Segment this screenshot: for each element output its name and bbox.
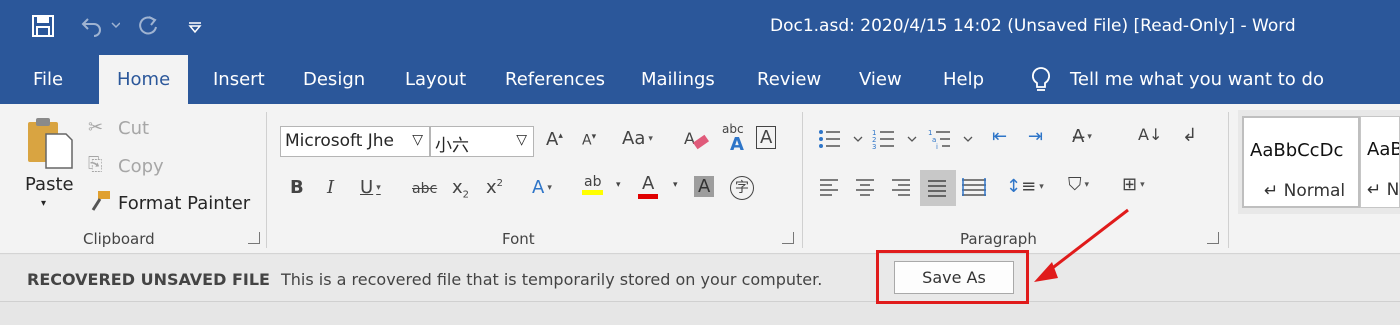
message-bar-text: This is a recovered file that is tempora… [281,270,823,289]
clear-formatting-icon[interactable]: A [684,128,710,156]
sort-icon[interactable]: A↓ [1138,125,1162,144]
font-size-combo[interactable]: 小六 ▽ [430,126,534,157]
style-name: ↵ Normal [1264,181,1346,201]
tab-review[interactable]: Review [757,69,821,90]
highlight-color-icon[interactable]: ab [582,174,604,195]
text-highlight-alt-icon[interactable]: A [730,134,744,155]
save-icon[interactable] [32,15,54,41]
window-title: Doc1.asd: 2020/4/15 14:02 (Unsaved File)… [770,16,1296,36]
group-divider [1228,112,1229,248]
paragraph-group-label: Paragraph [960,230,1037,248]
style-preview: AaB [1367,139,1400,160]
chevron-down-icon[interactable]: ▾ [616,180,621,190]
align-right-icon[interactable] [892,178,912,200]
ribbon-tab-bar: File Home Insert Design Layout Reference… [0,55,1400,104]
redo-icon[interactable] [136,14,160,42]
copy-icon[interactable]: ⎘ [88,154,102,175]
font-color-icon[interactable]: A [638,173,659,199]
change-case-icon[interactable]: Aa ▾ [622,128,653,149]
tab-home[interactable]: Home [99,55,189,104]
title-bar: Doc1.asd: 2020/4/15 14:02 (Unsaved File)… [0,0,1400,55]
character-border-icon[interactable]: A [756,126,777,149]
tab-layout[interactable]: Layout [405,69,466,90]
cut-button[interactable]: Cut [118,118,149,139]
undo-icon[interactable] [80,13,121,43]
tab-view[interactable]: View [859,69,902,90]
strikethrough-icon[interactable]: abc [412,181,437,197]
text-effects-icon[interactable]: A ▾ [532,177,552,198]
annotation-arrow [1034,208,1129,282]
format-painter-button[interactable]: Format Painter [118,193,250,214]
shading-icon[interactable]: ⛉ ▾ [1068,174,1089,195]
ribbon: Paste ▾ ✂ Cut ⎘ Copy Format Painter Clip… [0,104,1400,254]
character-shading-icon[interactable]: A [694,176,715,197]
tab-design[interactable]: Design [303,69,365,90]
style-name: ↵ No [1367,180,1400,200]
shrink-font-icon[interactable]: A▾ [582,132,596,149]
clipboard-group-label: Clipboard [83,230,155,248]
style-no-spacing[interactable]: AaB ↵ No [1360,116,1400,208]
enclose-characters-icon[interactable]: 字 [730,176,754,200]
align-left-icon[interactable] [820,178,840,200]
borders-icon[interactable]: ⊞ ▾ [1122,174,1145,195]
multilevel-list-icon[interactable]: 1ai [928,128,974,154]
tab-help[interactable]: Help [943,69,984,90]
asian-layout-icon[interactable]: A̶ ▾ [1072,126,1092,147]
chevron-down-icon[interactable]: ▽ [516,132,527,148]
align-center-icon[interactable] [856,178,876,200]
annotation-highlight-box [876,250,1029,304]
distributed-icon[interactable] [962,178,986,200]
chevron-down-icon[interactable]: ▽ [412,132,423,148]
tab-insert[interactable]: Insert [213,69,265,90]
grow-font-icon[interactable]: A▴ [546,129,563,150]
message-bar-title: RECOVERED UNSAVED FILE [27,270,270,289]
show-formatting-marks-icon[interactable]: ↲ [1182,125,1197,146]
svg-text:3: 3 [872,143,876,150]
increase-indent-icon[interactable]: ⇥ [1028,126,1043,147]
superscript-icon[interactable]: x2 [486,177,503,198]
chevron-down-icon[interactable]: ▾ [673,180,678,190]
svg-text:A: A [684,129,695,148]
customize-toolbar-icon[interactable] [188,19,202,38]
svg-text:i: i [936,143,938,150]
font-name-value: Microsoft Jhe [285,131,395,151]
copy-button[interactable]: Copy [118,156,164,177]
format-painter-icon[interactable] [89,190,111,216]
tab-references[interactable]: References [505,69,605,90]
group-divider [266,112,267,248]
paste-dropdown-icon[interactable]: ▾ [41,198,46,209]
line-spacing-icon[interactable]: ↕≡ ▾ [1006,176,1044,197]
italic-icon[interactable]: I [327,177,334,198]
font-group-label: Font [502,230,535,248]
bold-icon[interactable]: B [290,177,304,198]
style-preview: AaBbCcDc [1250,140,1344,161]
bullets-icon[interactable] [818,128,864,154]
lightbulb-icon[interactable] [1031,66,1051,98]
font-launcher-icon[interactable] [782,232,794,244]
font-size-value: 小六 [435,136,469,156]
tab-mailings[interactable]: Mailings [641,69,715,90]
tab-file[interactable]: File [33,69,63,90]
cut-icon[interactable]: ✂ [88,117,103,138]
clipboard-launcher-icon[interactable] [248,232,260,244]
paragraph-launcher-icon[interactable] [1207,232,1219,244]
paste-icon[interactable] [26,116,74,174]
style-normal[interactable]: AaBbCcDc ↵ Normal [1242,116,1360,208]
paste-button[interactable]: Paste [25,174,74,195]
underline-icon[interactable]: U ▾ [360,177,381,198]
tell-me-search[interactable]: Tell me what you want to do [1070,69,1324,90]
justify-icon[interactable] [920,170,956,206]
group-divider [802,112,803,248]
numbering-icon[interactable]: 123 [872,128,918,154]
decrease-indent-icon[interactable]: ⇤ [992,126,1007,147]
message-bar: RECOVERED UNSAVED FILE This is a recover… [0,255,1400,302]
subscript-icon[interactable]: x2 [452,177,469,201]
font-name-combo[interactable]: Microsoft Jhe ▽ [280,126,430,157]
